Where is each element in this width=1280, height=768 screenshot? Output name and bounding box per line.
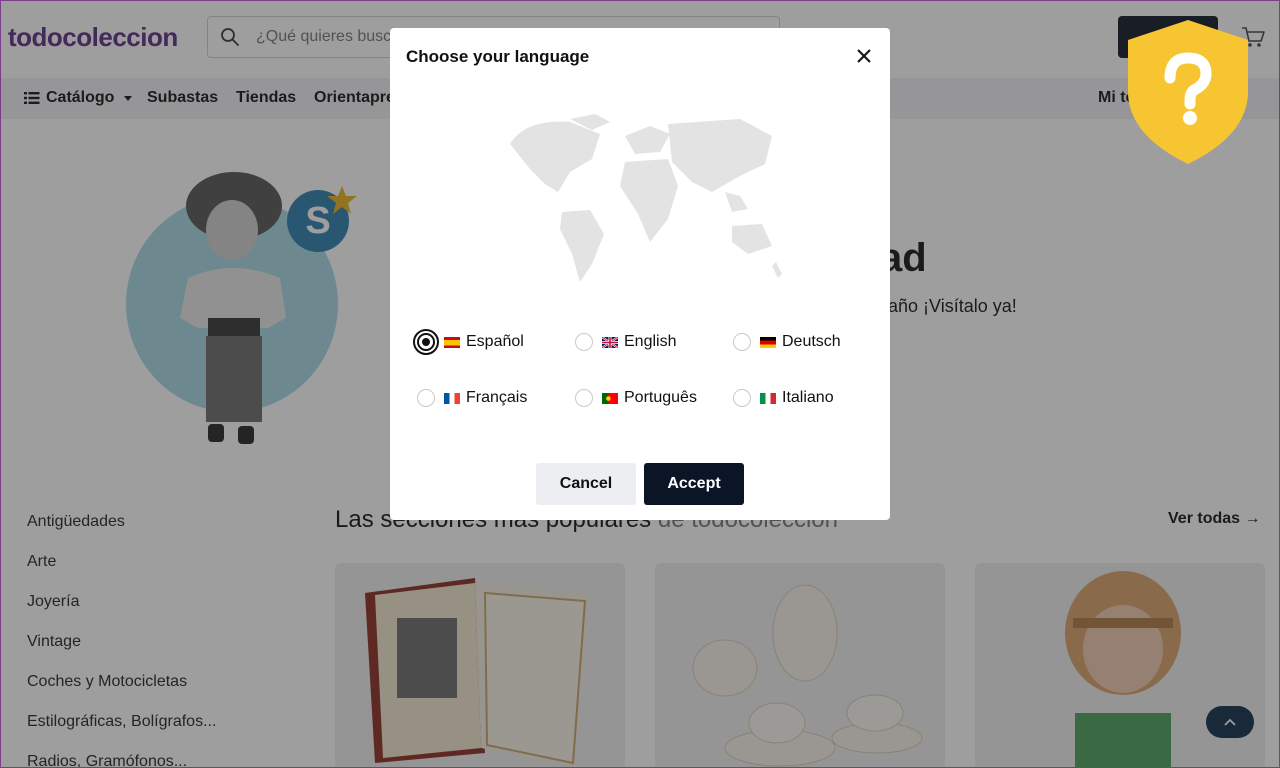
language-option-es[interactable]: Español	[413, 329, 524, 355]
language-label: Français	[466, 389, 528, 406]
flag-gb-icon	[602, 336, 618, 348]
accept-button[interactable]: Accept	[644, 463, 744, 505]
flag-fr-icon	[444, 392, 460, 404]
radio-es[interactable]	[413, 329, 439, 355]
language-label: English	[624, 333, 677, 350]
language-label: Español	[466, 333, 524, 350]
language-label: Deutsch	[782, 333, 841, 350]
language-label: Italiano	[782, 389, 834, 406]
flag-es-icon	[444, 336, 460, 348]
radio-en[interactable]	[575, 333, 593, 351]
language-option-en[interactable]: English	[575, 333, 676, 351]
radio-de[interactable]	[733, 333, 751, 351]
flag-it-icon	[760, 392, 776, 404]
shield-question-icon	[1128, 20, 1248, 164]
world-map-icon	[510, 114, 782, 282]
language-option-it[interactable]: Italiano	[733, 389, 834, 407]
flag-de-icon	[760, 336, 776, 348]
dialog-title: Choose your language	[406, 47, 590, 66]
radio-fr[interactable]	[417, 389, 435, 407]
language-option-pt[interactable]: Português	[575, 389, 697, 407]
language-option-fr[interactable]: Français	[417, 389, 527, 407]
language-option-de[interactable]: Deutsch	[733, 333, 841, 351]
radio-it[interactable]	[733, 389, 751, 407]
language-label: Português	[624, 389, 697, 406]
language-dialog: Choose your language Español English Deu…	[390, 28, 890, 520]
cancel-button[interactable]: Cancel	[536, 463, 636, 505]
flag-pt-icon	[602, 392, 618, 404]
close-icon[interactable]	[856, 48, 872, 64]
radio-pt[interactable]	[575, 389, 593, 407]
